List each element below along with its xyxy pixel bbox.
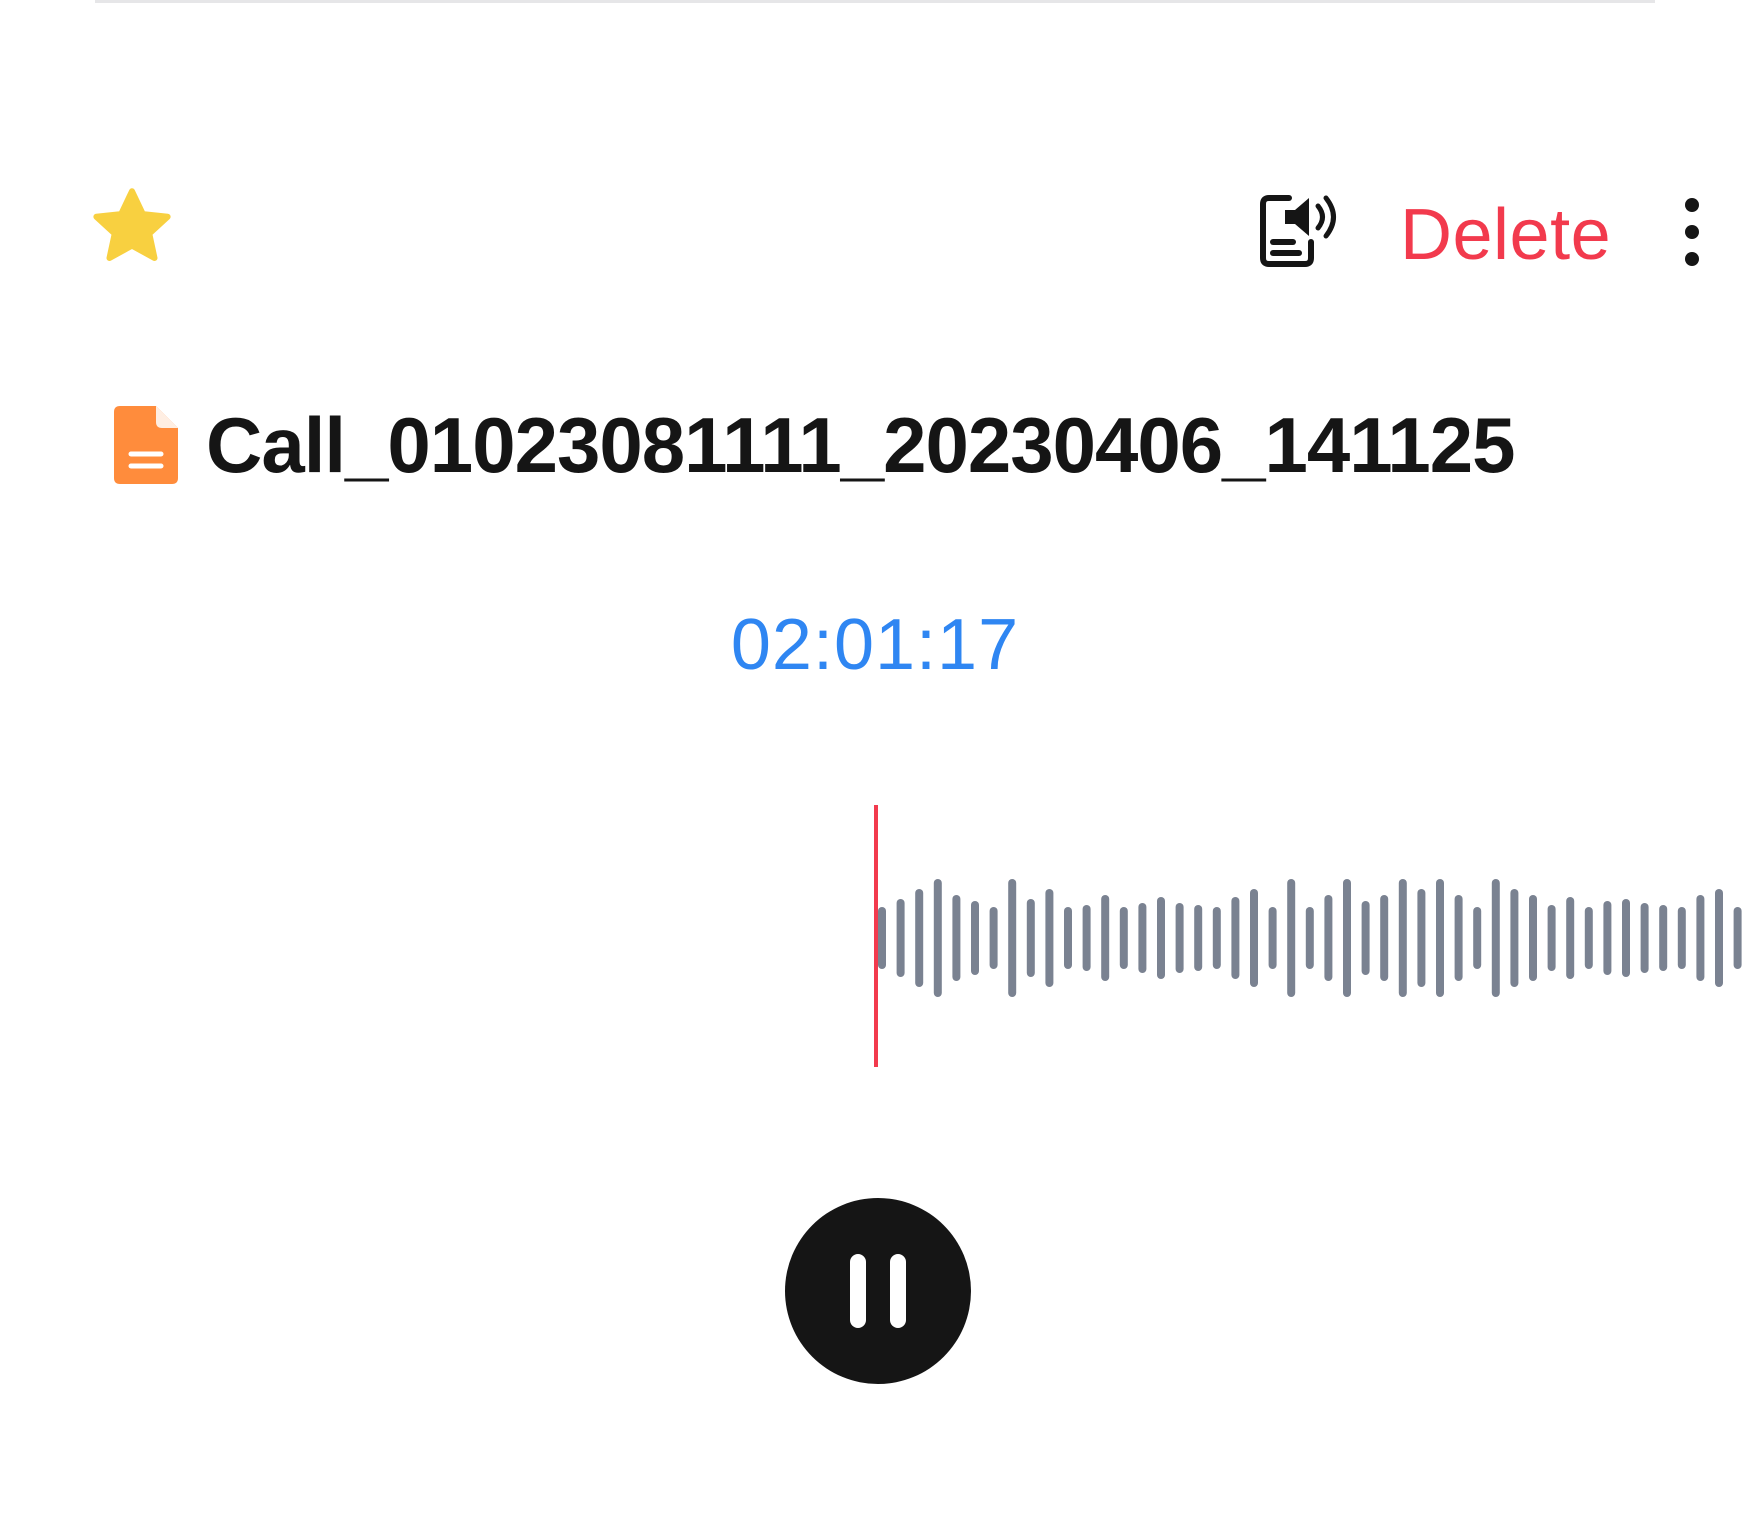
document-icon: [114, 406, 178, 484]
waveform[interactable]: [0, 800, 1750, 1070]
elapsed-time: 02:01:17: [730, 605, 1020, 685]
recording-title: Call_01023081111_20230406_141125: [206, 400, 1515, 489]
pause-button[interactable]: [785, 1198, 971, 1384]
more-vertical-icon: [1685, 198, 1699, 266]
top-divider: [95, 0, 1655, 3]
text-to-speech-icon: [1260, 195, 1336, 267]
more-options-button[interactable]: [1672, 192, 1712, 272]
delete-button[interactable]: Delete: [1400, 190, 1611, 280]
recording-title-row: Call_01023081111_20230406_141125: [112, 400, 1515, 490]
pause-icon: [838, 1254, 918, 1328]
favorite-button[interactable]: [82, 178, 182, 278]
text-to-speech-button[interactable]: [1255, 190, 1345, 270]
star-icon: [93, 188, 171, 261]
